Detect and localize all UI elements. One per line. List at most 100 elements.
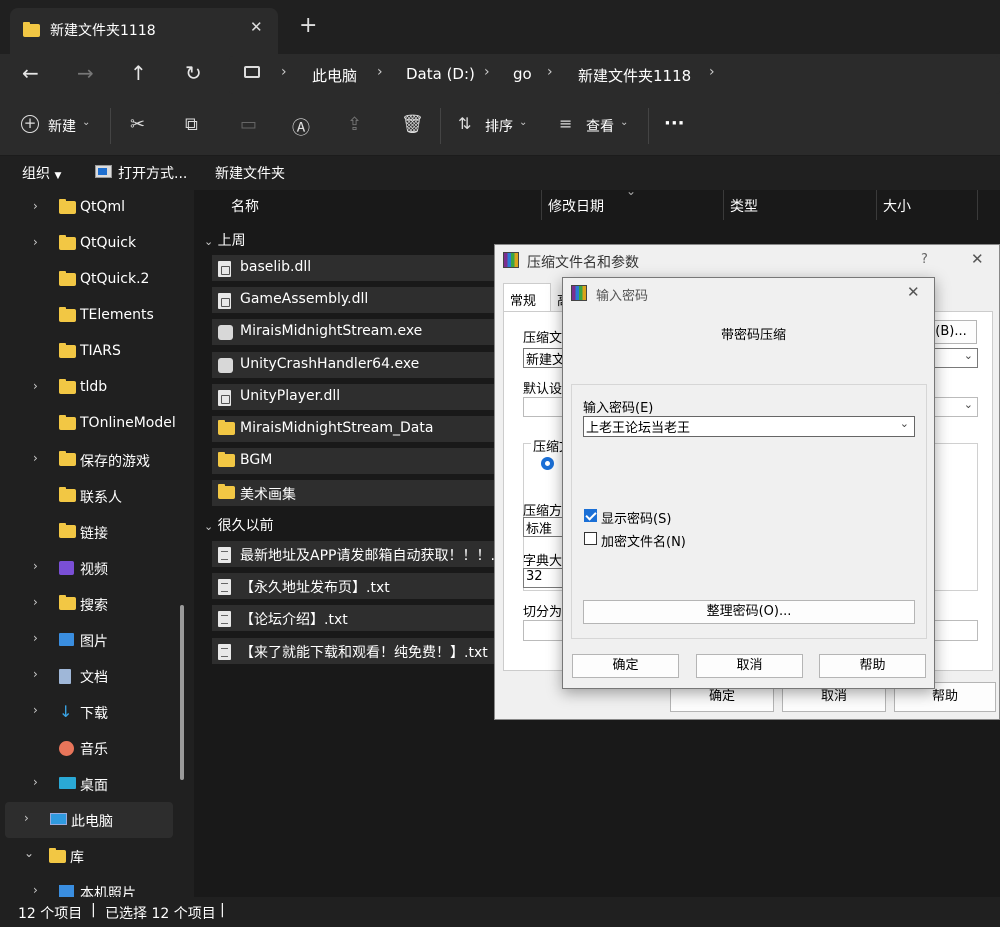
folder-icon <box>59 271 76 289</box>
chevron-right-icon: › <box>33 451 38 465</box>
sidebar-item[interactable]: TOnlineModel <box>0 406 194 442</box>
breadcrumb-this-pc[interactable]: 此电脑 <box>312 65 357 86</box>
group-header-last-week[interactable]: ⌄ 上周 <box>204 230 246 250</box>
sidebar-item[interactable]: › 视频 <box>0 550 194 586</box>
selected-count: 已选择 12 个项目 <box>105 906 216 922</box>
new-button[interactable]: + 新建 ⌄ <box>14 113 96 139</box>
dict-size-select[interactable]: 32 <box>523 568 563 588</box>
delete-icon[interactable]: 🗑 <box>401 114 424 135</box>
sidebar-item[interactable]: › 文档 <box>0 658 194 694</box>
divider <box>648 108 649 144</box>
sidebar-item[interactable]: TIARS <box>0 334 194 370</box>
sort-button[interactable]: ⇅ 排序 ⌄ <box>455 113 535 139</box>
column-modified[interactable]: 修改日期 <box>548 196 604 216</box>
sidebar-item[interactable]: TElements <box>0 298 194 334</box>
column-type[interactable]: 类型 <box>730 196 758 216</box>
archive-name-value: 新建文 <box>526 353 566 368</box>
paste-icon[interactable]: ▭ <box>240 114 257 135</box>
show-password-checkbox[interactable] <box>584 509 597 522</box>
sidebar-item[interactable]: › 搜索 <box>0 586 194 622</box>
password-help-button[interactable]: 帮助 <box>819 654 926 678</box>
format-radio[interactable] <box>541 457 554 470</box>
new-tab-button[interactable]: + <box>299 13 317 38</box>
view-icon: ≡ <box>559 114 573 133</box>
chevron-right-icon: › <box>33 775 38 789</box>
chevron-right-icon: › <box>33 379 38 393</box>
encrypt-names-label: 加密文件名(N) <box>601 535 686 550</box>
file-name: 美术画集 <box>240 487 296 504</box>
tab-label: 常规 <box>510 294 537 309</box>
more-options-icon[interactable]: ··· <box>664 113 685 134</box>
back-icon[interactable]: ← <box>22 61 39 85</box>
sidebar-item[interactable]: › QtQml <box>0 190 194 226</box>
sidebar-item[interactable]: 链接 <box>0 514 194 550</box>
sidebar-scrollbar[interactable] <box>180 605 184 780</box>
rename-icon[interactable]: Ⓐ <box>292 114 310 140</box>
sidebar-item-label: QtQml <box>80 199 126 215</box>
folder-icon <box>218 484 235 502</box>
file-icon <box>218 357 233 377</box>
group-label: 上周 <box>217 233 246 249</box>
sort-label: 排序 <box>485 119 513 135</box>
file-icon <box>218 261 231 281</box>
tab-title: 新建文件夹1118 <box>50 23 156 39</box>
password-cancel-button[interactable]: 取消 <box>696 654 803 678</box>
open-with-button[interactable]: 打开方式... <box>118 163 187 183</box>
folder-icon <box>49 848 66 863</box>
help-icon[interactable]: ? <box>921 252 928 267</box>
sidebar-item[interactable]: › 桌面 <box>0 766 194 802</box>
folder-icon <box>59 595 76 613</box>
up-icon[interactable]: ↑ <box>130 61 147 85</box>
sidebar-item[interactable]: 联系人 <box>0 478 194 514</box>
password-input[interactable]: 上老王论坛当老王 ⌄ <box>583 416 915 437</box>
organize-menu[interactable]: 组织 ▼ <box>22 163 61 183</box>
password-value: 上老王论坛当老王 <box>586 421 691 436</box>
tab-close-icon[interactable]: ✕ <box>250 18 263 36</box>
address-bar[interactable]: › 此电脑 › Data (D:) › go › 新建文件夹1118 › <box>229 56 1000 94</box>
document-icon <box>59 669 71 688</box>
method-value: 标准 <box>526 522 553 537</box>
group-header-long-ago[interactable]: ⌄ 很久以前 <box>204 515 274 535</box>
sidebar-item-camera-roll[interactable]: › 本机照片 <box>0 874 194 897</box>
tab-active[interactable]: 新建文件夹1118 ✕ <box>10 8 278 54</box>
breadcrumb-drive[interactable]: Data (D:) <box>406 65 475 83</box>
sidebar-item-library[interactable]: ⌄ 库 <box>0 838 194 874</box>
cut-icon[interactable]: ✂ <box>130 114 145 135</box>
close-icon[interactable]: ✕ <box>971 250 984 268</box>
sidebar-item[interactable]: › 图片 <box>0 622 194 658</box>
file-icon <box>218 643 231 664</box>
share-icon[interactable]: ⇪ <box>347 114 362 135</box>
chevron-right-icon: › <box>33 235 38 249</box>
sidebar-item-this-pc[interactable]: › 此电脑 <box>5 802 173 838</box>
sidebar-item[interactable]: QtQuick.2 <box>0 262 194 298</box>
method-select[interactable]: 标准 <box>523 517 563 537</box>
password-ok-button[interactable]: 确定 <box>572 654 679 678</box>
close-icon[interactable]: ✕ <box>907 283 920 301</box>
breadcrumb-go[interactable]: go <box>513 65 532 83</box>
folder-icon <box>59 343 76 361</box>
sidebar-item[interactable]: 音乐 <box>0 730 194 766</box>
file-name: 【永久地址发布页】.txt <box>240 580 390 597</box>
forward-icon[interactable]: → <box>77 61 94 85</box>
status-divider: | <box>220 902 225 918</box>
sidebar-item[interactable]: › 保存的游戏 <box>0 442 194 478</box>
sidebar-item[interactable]: › tldb <box>0 370 194 406</box>
new-folder-button[interactable]: 新建文件夹 <box>215 163 285 183</box>
breadcrumb-current[interactable]: 新建文件夹1118 <box>578 65 691 86</box>
organize-passwords-button[interactable]: 整理密码(O)... <box>583 600 915 624</box>
tab-general[interactable]: 常规 <box>503 283 551 313</box>
chevron-down-icon: ⌄ <box>620 117 629 128</box>
column-size[interactable]: 大小 <box>883 196 911 216</box>
chevron-right-icon: › <box>33 667 38 681</box>
copy-icon[interactable]: ⧉ <box>185 114 198 135</box>
password-heading: 带密码压缩 <box>721 328 787 343</box>
view-button[interactable]: ≡ 查看 ⌄ <box>556 113 636 139</box>
encrypt-names-checkbox[interactable] <box>584 532 597 545</box>
column-name[interactable]: 名称 <box>231 196 259 216</box>
chevron-down-icon: ⌄ <box>82 117 91 128</box>
sidebar-item-label: 链接 <box>80 526 108 542</box>
refresh-icon[interactable]: ↻ <box>185 61 202 85</box>
sidebar-item[interactable]: › QtQuick <box>0 226 194 262</box>
password-dialog: 输入密码 ✕ 带密码压缩 输入密码(E) 上老王论坛当老王 ⌄ 显示密码(S) … <box>562 277 935 689</box>
sidebar-item[interactable]: › ↓ 下载 <box>0 694 194 730</box>
